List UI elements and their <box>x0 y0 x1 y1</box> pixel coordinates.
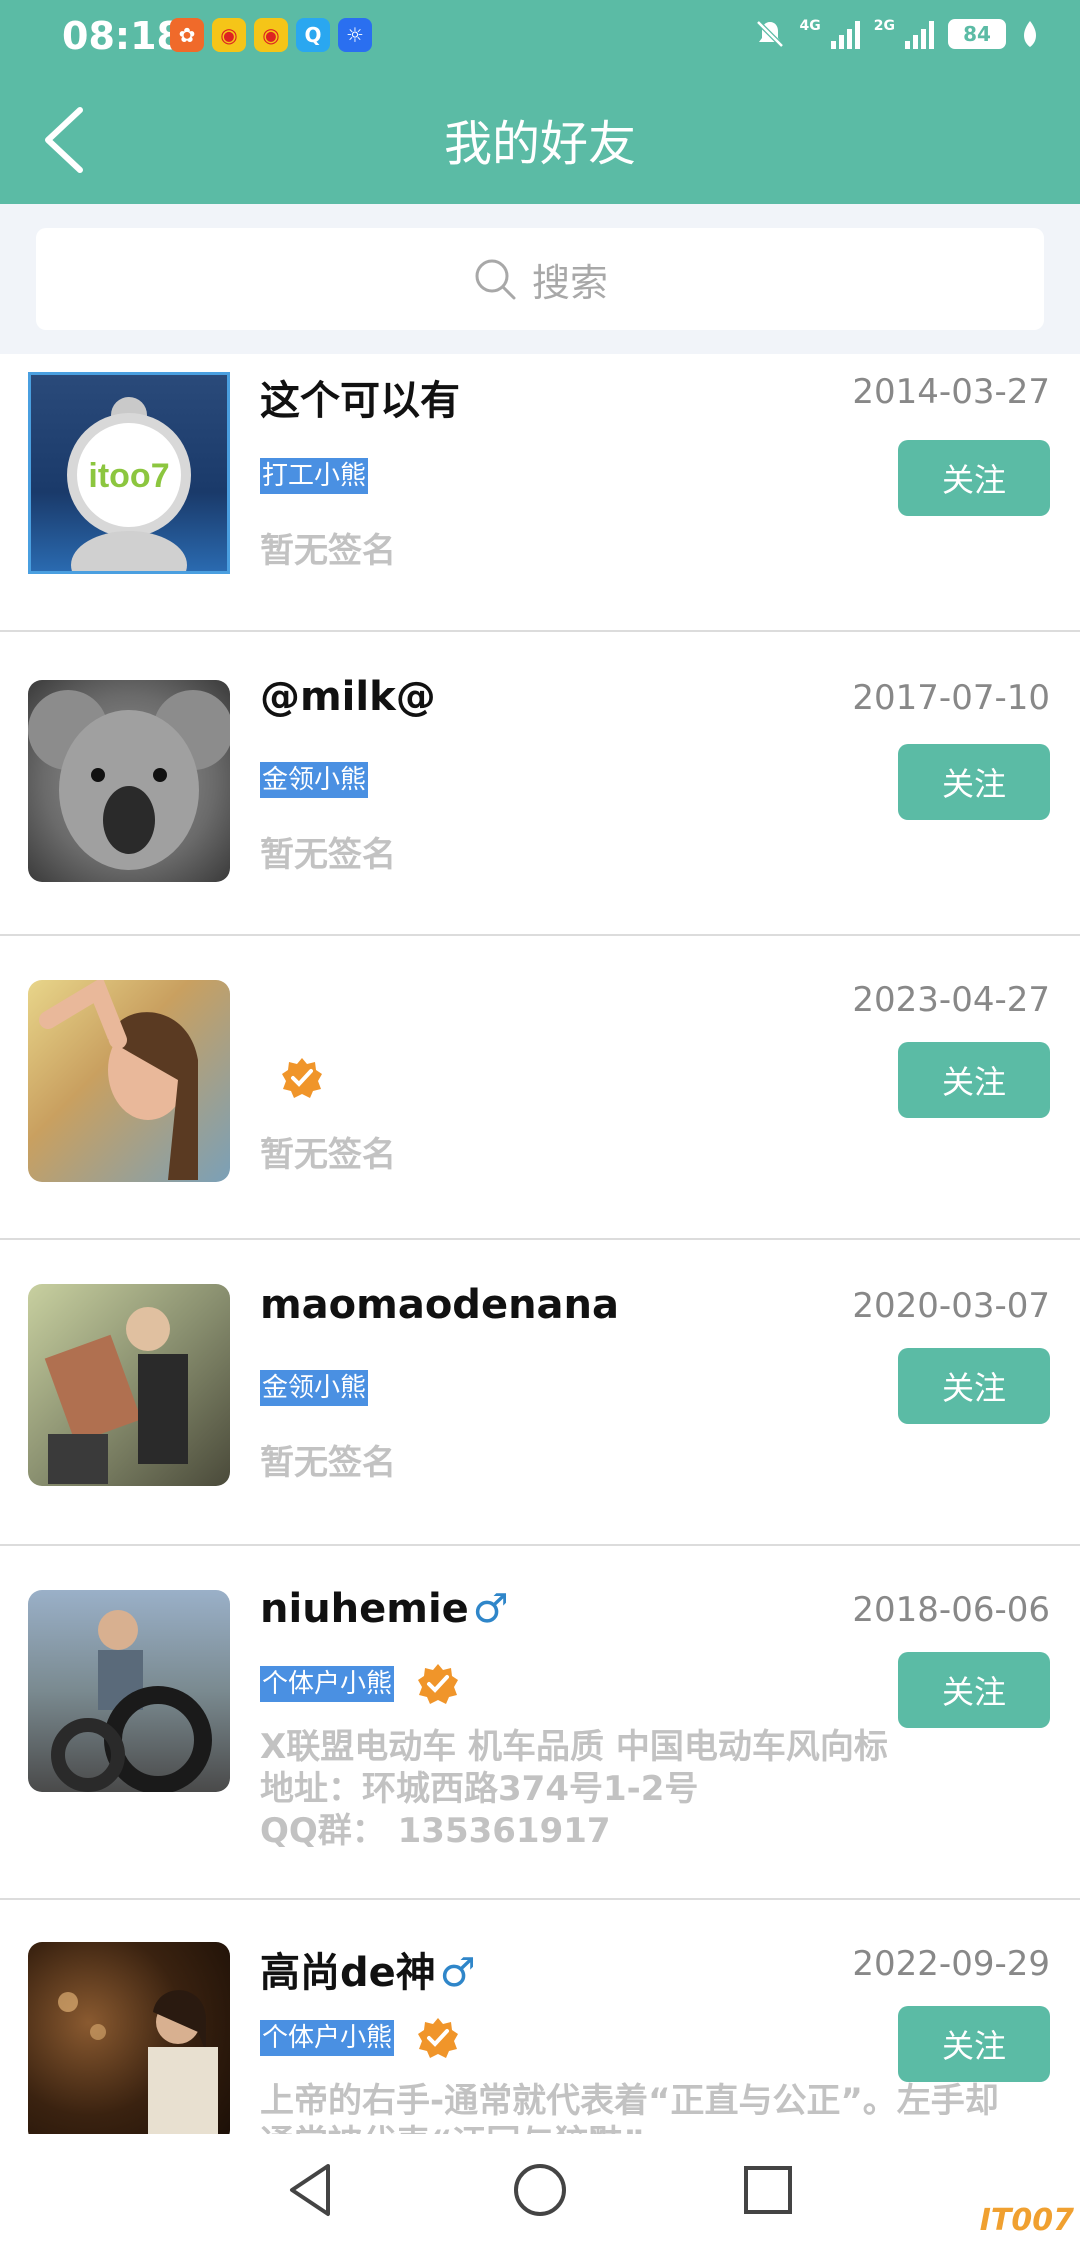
male-gender-icon: ♂ <box>439 1950 476 1996</box>
avatar[interactable] <box>28 1942 230 2134</box>
verified-badge-icon <box>418 2018 458 2058</box>
friend-name-text: 高尚de神 <box>260 1950 436 1996</box>
mute-bell-icon <box>755 20 784 48</box>
signature-line: 上帝的右手-通常就代表着“正直与公正”。左手却 <box>260 2081 999 2121</box>
nav-back-icon[interactable] <box>278 2158 342 2222</box>
male-gender-icon: ♂ <box>472 1586 509 1632</box>
search-placeholder: 搜索 <box>531 260 608 305</box>
network-type-2: 2G <box>873 18 895 34</box>
friend-name: maomaodenana <box>260 1282 620 1328</box>
list-item[interactable]: maomaodenana 2020-03-07 关注 金领小熊 暂无签名 <box>0 1240 1080 1546</box>
screen: 08:18 ✿ ◉ ◉ Q ☼ 4G 2G 84 我的好友 搜索 itoo7 这… <box>0 0 1080 2244</box>
list-item[interactable]: itoo7 这个可以有 2014-03-27 关注 打工小熊 暂无签名 <box>0 354 1080 632</box>
friend-date: 2017-07-10 <box>852 678 1050 718</box>
app-notification-icon: ✿ <box>170 18 204 52</box>
avatar[interactable] <box>28 1284 230 1486</box>
level-tag: 金领小熊 <box>260 1370 369 1406</box>
top-bar: 08:18 ✿ ◉ ◉ Q ☼ 4G 2G 84 我的好友 <box>0 0 1080 204</box>
watermark-logo: IT007 <box>979 2203 1074 2238</box>
signature-line: QQ群： 135361917 <box>260 1811 611 1851</box>
leaf-icon <box>1024 21 1036 47</box>
avatar[interactable]: itoo7 <box>28 372 230 574</box>
level-tag: 打工小熊 <box>260 458 369 494</box>
follow-button[interactable]: 关注 <box>898 744 1050 820</box>
weibo-icon: ◉ <box>254 18 288 52</box>
signal-icon <box>830 19 860 49</box>
avatar[interactable] <box>28 980 230 1182</box>
status-time: 08:18 <box>62 14 183 58</box>
follow-button[interactable]: 关注 <box>898 440 1050 516</box>
avatar-image <box>44 1307 188 1484</box>
avatar-image <box>51 1610 212 1792</box>
bulb-app-icon: ☼ <box>338 18 372 52</box>
status-indicators: 4G 2G 84 <box>754 18 1040 50</box>
signature: 暂无签名 <box>260 835 396 875</box>
friend-name: 这个可以有 <box>260 378 460 424</box>
signature-line: 通常被代表“迂回与狡黠” <box>260 2122 645 2134</box>
list-item[interactable]: @milk@ 2017-07-10 关注 金领小熊 暂无签名 <box>0 632 1080 936</box>
status-app-icons: ✿ ◉ ◉ Q ☼ <box>170 18 372 52</box>
friend-date: 2018-06-06 <box>852 1590 1050 1630</box>
list-item[interactable]: niuhemie ♂ 2018-06-06 关注 个体户小熊 X联盟电动车 机车品… <box>0 1546 1080 1900</box>
friend-name: niuhemie ♂ <box>260 1586 509 1632</box>
verified-badge-icon <box>418 1664 458 1704</box>
battery-level: 84 <box>963 22 991 46</box>
avatar-image <box>58 1990 218 2134</box>
friend-date: 2014-03-27 <box>852 372 1050 412</box>
friend-name: 高尚de神 ♂ <box>260 1940 476 1998</box>
follow-button[interactable]: 关注 <box>898 1348 1050 1424</box>
avatar[interactable] <box>28 680 230 882</box>
follow-button[interactable]: 关注 <box>898 2006 1050 2082</box>
signature: 暂无签名 <box>260 531 396 571</box>
level-tag: 个体户小熊 <box>260 1666 395 1702</box>
search-input[interactable]: 搜索 <box>36 228 1044 330</box>
friend-date: 2022-09-29 <box>852 1944 1050 1984</box>
list-item[interactable]: 高尚de神 ♂ 2022-09-29 关注 个体户小熊 上帝的右手-通常就代表着“… <box>0 1900 1080 2134</box>
svg-text:itoo7: itoo7 <box>88 457 169 495</box>
network-type-1: 4G <box>799 18 821 34</box>
avatar-image <box>39 980 198 1180</box>
friend-date: 2023-04-27 <box>852 980 1050 1020</box>
list-item[interactable]: 2023-04-27 关注 暂无签名 <box>0 936 1080 1240</box>
follow-button[interactable]: 关注 <box>898 1042 1050 1118</box>
search-area: 搜索 <box>0 204 1080 354</box>
signature: 暂无签名 <box>260 1135 396 1175</box>
battery-icon: 84 <box>948 19 1006 49</box>
friend-name: @milk@ <box>260 674 436 720</box>
signature-line: 地址：环城西路374号1-2号 <box>260 1769 699 1809</box>
avatar-image: itoo7 <box>67 397 191 571</box>
level-tag: 个体户小熊 <box>260 2020 395 2056</box>
page-title: 我的好友 <box>443 116 636 172</box>
search-icon <box>475 259 516 300</box>
nav-recents-icon[interactable] <box>736 2158 800 2222</box>
signature-line: X联盟电动车 机车品质 中国电动车风向标 <box>260 1727 888 1767</box>
avatar-image <box>28 690 230 870</box>
weibo-icon: ◉ <box>212 18 246 52</box>
friend-list[interactable]: itoo7 这个可以有 2014-03-27 关注 打工小熊 暂无签名 @mil… <box>0 354 1080 2134</box>
friend-name-text: niuhemie <box>260 1586 469 1632</box>
verified-badge-icon <box>282 1058 322 1098</box>
search-app-icon: Q <box>296 18 330 52</box>
follow-button[interactable]: 关注 <box>898 1652 1050 1728</box>
signature: 暂无签名 <box>260 1443 396 1483</box>
friend-date: 2020-03-07 <box>852 1286 1050 1326</box>
level-tag: 金领小熊 <box>260 762 369 798</box>
nav-home-icon[interactable] <box>508 2158 572 2222</box>
signal-icon <box>905 19 934 49</box>
avatar[interactable] <box>28 1590 230 1792</box>
system-nav-bar: IT007 <box>0 2134 1080 2244</box>
